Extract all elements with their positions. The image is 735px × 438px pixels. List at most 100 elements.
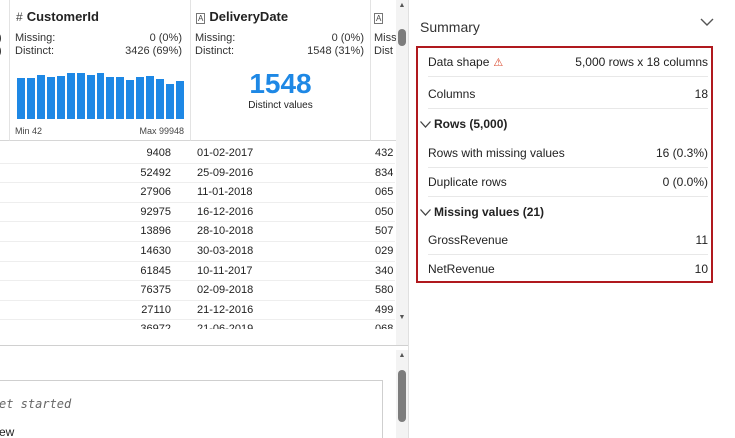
histogram-bar (66, 73, 75, 119)
cell-customerid: 27110 (141, 303, 171, 316)
histogram-bar (46, 76, 55, 119)
missing-value: 0 (0%) (331, 32, 364, 44)
cell-partial: 065 (375, 186, 394, 199)
summary-label: GrossRevenue (428, 233, 509, 247)
cell-deliverydate: 21-12-2016 (197, 303, 254, 316)
missing-value: 0 (0%) (149, 32, 182, 44)
summary-row-columns: Columns 18 (428, 80, 708, 109)
section-missing-label: Missing values (21) (434, 205, 545, 219)
column-header-partial-left[interactable]: ) ) (0, 0, 10, 141)
cell-partial: 499 (375, 303, 394, 316)
histogram-bar (126, 80, 135, 119)
cell-deliverydate: 25-09-2016 (197, 166, 254, 179)
cell-partial: 068 (375, 323, 393, 329)
data-shape-label: Data shape (428, 55, 490, 69)
distinct-caption: Distinct values (248, 100, 313, 111)
console-vertical-scrollbar[interactable]: ▲ (396, 350, 408, 438)
histogram-bar (146, 75, 155, 119)
summary-label: Duplicate rows (428, 175, 507, 189)
column-header-deliverydate[interactable]: A DeliveryDate Missing: 0 (0%) Distinct: … (191, 0, 371, 141)
cell-customerid: 9408 (146, 147, 171, 159)
table-row[interactable]: 14630 30-03-2018 029 (0, 241, 395, 262)
histogram-bar (106, 76, 115, 119)
cell-customerid: 13896 (140, 225, 171, 238)
summary-value: 11 (695, 233, 708, 247)
histogram-bar (86, 75, 95, 119)
data-grid-area: ) ) #CustomerId Missing: 0 (0%) Distinct… (0, 0, 408, 438)
summary-value: 5,000 rows x 18 columns (575, 55, 708, 69)
cell-deliverydate: 02-09-2018 (197, 284, 254, 297)
histogram-bar (56, 75, 65, 119)
table-row[interactable]: 27906 11-01-2018 065 (0, 182, 395, 203)
missing-label: Missing: (195, 32, 236, 44)
cell-deliverydate: 10-11-2017 (197, 264, 253, 277)
histogram-bar (136, 76, 145, 119)
cell-customerid: 52492 (140, 166, 171, 179)
scroll-thumb[interactable] (398, 29, 406, 46)
missing-label: Missing: (15, 32, 56, 44)
cell-partial: 029 (375, 245, 394, 257)
cell-partial: 432 (375, 147, 394, 159)
distinct-value: 3426 (69%) (125, 45, 182, 57)
grid-vertical-scrollbar[interactable]: ▲ ▼ (396, 0, 408, 345)
cell-customerid: 14630 (140, 245, 171, 257)
table-row[interactable]: 9408 01-02-2017 432 (0, 143, 395, 164)
summary-row-duplicate-rows: Duplicate rows 0 (0.0%) (428, 168, 708, 197)
column-title: A DeliveryDate (196, 9, 288, 24)
cell-deliverydate: 01-02-2017 (197, 147, 254, 159)
cell-customerid: 61845 (140, 264, 171, 277)
cell-partial: 340 (375, 264, 394, 277)
pane-splitter[interactable] (0, 345, 408, 346)
cell-deliverydate: 16-12-2016 (197, 205, 254, 218)
console-pane[interactable]: et started ew (0, 380, 383, 438)
table-row[interactable]: 36972 21-06-2019 068 (0, 319, 395, 329)
chevron-down-icon[interactable] (420, 205, 434, 219)
text-type-icon: A (196, 13, 206, 24)
section-rows[interactable]: Rows (5,000) (420, 117, 507, 131)
warning-icon[interactable]: ⚠ (493, 57, 503, 69)
scroll-down-arrow-icon[interactable]: ▼ (396, 314, 408, 321)
summary-row-netrevenue: NetRevenue 10 (428, 255, 708, 283)
histogram-bar (116, 76, 125, 119)
cell-deliverydate: 21-06-2019 (197, 323, 253, 329)
column-name: DeliveryDate (209, 9, 289, 24)
section-missing-values[interactable]: Missing values (21) (420, 205, 544, 219)
scroll-thumb[interactable] (398, 370, 406, 422)
table-row[interactable]: 27110 21-12-2016 499 (0, 300, 395, 321)
console-line: ew (0, 425, 15, 438)
summary-row-data-shape: Data shape ⚠ 5,000 rows x 18 columns (428, 48, 708, 77)
summary-label: NetRevenue (428, 262, 495, 276)
chevron-down-icon[interactable] (700, 14, 714, 30)
cell-customerid: 27906 (140, 186, 171, 199)
cell-customerid: 36972 (140, 323, 171, 329)
cell-partial: 507 (375, 225, 394, 238)
distinct-label: Distinct: (195, 45, 235, 57)
cell-customerid: 92975 (140, 205, 171, 218)
histogram-bar (176, 81, 184, 119)
distinct-label: Dist (374, 45, 393, 57)
histogram-max-label: Max 99948 (139, 126, 184, 136)
summary-value: 10 (694, 262, 708, 276)
scroll-up-arrow-icon[interactable]: ▲ (396, 2, 408, 9)
histogram-bar (17, 77, 25, 119)
summary-value: 0 (0.0%) (662, 175, 708, 189)
summary-value: 16 (0.3%) (655, 146, 708, 160)
distribution-histogram (17, 72, 184, 119)
table-row[interactable]: 52492 25-09-2016 834 (0, 163, 395, 184)
histogram-min-label: Min 42 (15, 126, 43, 136)
scroll-up-arrow-icon[interactable]: ▲ (396, 352, 408, 359)
console-line: et started (0, 397, 72, 411)
summary-panel: Summary Data shape ⚠ 5,000 rows x 18 colu… (408, 0, 735, 438)
chevron-down-icon[interactable] (420, 117, 434, 131)
section-rows-label: Rows (5,000) (434, 117, 508, 131)
table-row[interactable]: 76375 02-09-2018 580 (0, 280, 395, 301)
missing-label: Miss (374, 32, 397, 44)
table-row[interactable]: 92975 16-12-2016 050 (0, 202, 395, 223)
table-row[interactable]: 13896 28-10-2018 507 (0, 221, 395, 242)
cell-partial: 580 (375, 284, 394, 297)
column-header-customerid[interactable]: # CustomerId Missing: 0 (0%) Distinct: 34… (10, 0, 191, 141)
table-row[interactable]: 61845 10-11-2017 340 (0, 261, 395, 282)
column-name: CustomerId (26, 9, 99, 24)
column-title: # CustomerId (16, 9, 99, 24)
summary-row-missing-rows: Rows with missing values 16 (0.3%) (428, 139, 708, 168)
